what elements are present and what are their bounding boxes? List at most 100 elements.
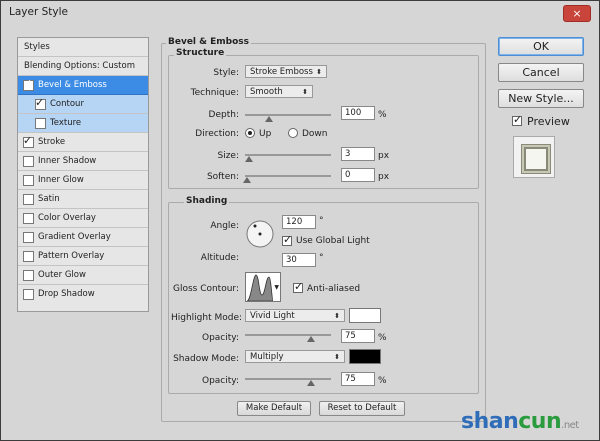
shadow-color-swatch[interactable]	[349, 349, 381, 364]
watermark-logo: shancun.net	[461, 409, 579, 434]
highlight-opacity-input[interactable]: 75	[341, 329, 375, 343]
angle-input[interactable]: 120	[282, 215, 316, 229]
checkbox[interactable]	[23, 289, 34, 300]
ok-button[interactable]: OK	[498, 37, 584, 56]
checkbox[interactable]	[23, 213, 34, 224]
checkbox[interactable]	[23, 175, 34, 186]
style-item-texture[interactable]: Texture	[18, 114, 148, 133]
style-item-outer-glow[interactable]: Outer Glow	[18, 266, 148, 285]
use-global-light-checkbox[interactable]: ✓	[282, 233, 293, 246]
use-global-light-label: Use Global Light	[296, 236, 370, 246]
gloss-contour-picker[interactable]: ▼	[245, 272, 281, 302]
anti-aliased-checkbox[interactable]: ✓	[293, 280, 304, 293]
chevron-updown-icon: ⬍	[334, 353, 340, 361]
checkbox[interactable]	[35, 118, 46, 129]
angle-label: Angle:	[210, 221, 239, 231]
chevron-updown-icon: ⬍	[302, 88, 308, 96]
shadow-mode-label: Shadow Mode:	[173, 354, 239, 364]
chevron-updown-icon: ⬍	[334, 312, 340, 320]
soften-input[interactable]: 0	[341, 168, 375, 182]
highlight-opacity-label: Opacity:	[202, 333, 239, 343]
highlight-mode-label: Highlight Mode:	[171, 313, 243, 323]
style-preview-thumbnail	[513, 136, 555, 178]
new-style-button[interactable]: New Style...	[498, 89, 584, 108]
contour-preview-icon	[247, 274, 273, 301]
checkbox[interactable]	[23, 251, 34, 262]
shadow-mode-dropdown[interactable]: Multiply ⬍	[245, 350, 345, 363]
check-icon: ✓	[23, 134, 33, 147]
checkbox[interactable]: ✓	[23, 134, 34, 148]
angle-dial[interactable]	[245, 219, 275, 249]
structure-title: Structure	[174, 48, 227, 58]
altitude-unit: °	[319, 253, 324, 263]
checkbox[interactable]	[23, 194, 34, 205]
soften-label: Soften:	[206, 172, 239, 182]
soften-slider-thumb[interactable]	[243, 177, 251, 183]
check-icon: ✓	[294, 280, 304, 293]
shadow-opacity-unit: %	[378, 376, 387, 386]
checkbox[interactable]	[23, 232, 34, 243]
size-label: Size:	[217, 151, 239, 161]
close-button[interactable]: ×	[563, 5, 591, 22]
styles-header[interactable]: Styles	[18, 38, 148, 57]
styles-list: Styles Blending Options: Custom ✓ Bevel &…	[17, 37, 149, 312]
altitude-label: Altitude:	[200, 253, 239, 263]
checkbox[interactable]: ✓	[35, 96, 46, 110]
check-icon: ✓	[35, 96, 45, 109]
cancel-button[interactable]: Cancel	[498, 63, 584, 82]
direction-up-radio[interactable]	[245, 128, 255, 138]
direction-down-label: Down	[302, 129, 328, 139]
chevron-updown-icon: ⬍	[316, 68, 322, 76]
shadow-opacity-thumb[interactable]	[307, 380, 315, 386]
highlight-mode-dropdown[interactable]: Vivid Light ⬍	[245, 309, 345, 322]
soften-unit: px	[378, 172, 390, 182]
caret-down-icon: ▼	[274, 284, 279, 291]
anti-aliased-label: Anti-aliased	[307, 284, 361, 294]
style-item-gradient-overlay[interactable]: Gradient Overlay	[18, 228, 148, 247]
checkbox[interactable]: ✓	[23, 77, 34, 91]
size-unit: px	[378, 151, 390, 161]
make-default-button[interactable]: Make Default	[237, 401, 311, 416]
layer-style-window: Layer Style × Styles Blending Options: C…	[0, 0, 600, 441]
depth-slider-thumb[interactable]	[265, 116, 273, 122]
shadow-opacity-input[interactable]: 75	[341, 372, 375, 386]
shadow-opacity-slider[interactable]	[245, 378, 331, 380]
check-icon: ✓	[283, 233, 293, 246]
style-item-satin[interactable]: Satin	[18, 190, 148, 209]
style-dropdown[interactable]: Stroke Emboss ⬍	[245, 65, 327, 78]
style-item-pattern-overlay[interactable]: Pattern Overlay	[18, 247, 148, 266]
size-slider[interactable]	[245, 154, 331, 156]
depth-label: Depth:	[208, 110, 239, 120]
preview-label: Preview	[527, 115, 570, 128]
size-slider-thumb[interactable]	[245, 156, 253, 162]
blending-options-item[interactable]: Blending Options: Custom	[18, 57, 148, 76]
style-item-bevel-emboss[interactable]: ✓ Bevel & Emboss	[18, 76, 148, 95]
gloss-contour-label: Gloss Contour:	[172, 284, 239, 294]
technique-dropdown[interactable]: Smooth ⬍	[245, 85, 313, 98]
soften-slider[interactable]	[245, 175, 331, 177]
angle-unit: °	[319, 216, 324, 226]
bevel-emboss-title: Bevel & Emboss	[166, 37, 251, 47]
style-item-inner-shadow[interactable]: Inner Shadow	[18, 152, 148, 171]
highlight-color-swatch[interactable]	[349, 308, 381, 323]
size-input[interactable]: 3	[341, 147, 375, 161]
depth-slider[interactable]	[245, 114, 331, 116]
reset-default-button[interactable]: Reset to Default	[319, 401, 405, 416]
style-item-drop-shadow[interactable]: Drop Shadow	[18, 285, 148, 304]
preview-checkbox[interactable]: ✓	[512, 113, 522, 126]
direction-down-radio[interactable]	[288, 128, 298, 138]
style-item-contour[interactable]: ✓ Contour	[18, 95, 148, 114]
window-title: Layer Style	[9, 6, 68, 18]
style-item-color-overlay[interactable]: Color Overlay	[18, 209, 148, 228]
shadow-opacity-label: Opacity:	[202, 376, 239, 386]
title-bar[interactable]: Layer Style ×	[1, 1, 599, 25]
close-icon: ×	[572, 7, 582, 20]
highlight-opacity-thumb[interactable]	[307, 336, 315, 342]
altitude-input[interactable]: 30	[282, 253, 316, 267]
checkbox[interactable]	[23, 270, 34, 281]
highlight-opacity-slider[interactable]	[245, 334, 331, 336]
depth-input[interactable]: 100	[341, 106, 375, 120]
checkbox[interactable]	[23, 156, 34, 167]
style-item-inner-glow[interactable]: Inner Glow	[18, 171, 148, 190]
style-item-stroke[interactable]: ✓ Stroke	[18, 133, 148, 152]
